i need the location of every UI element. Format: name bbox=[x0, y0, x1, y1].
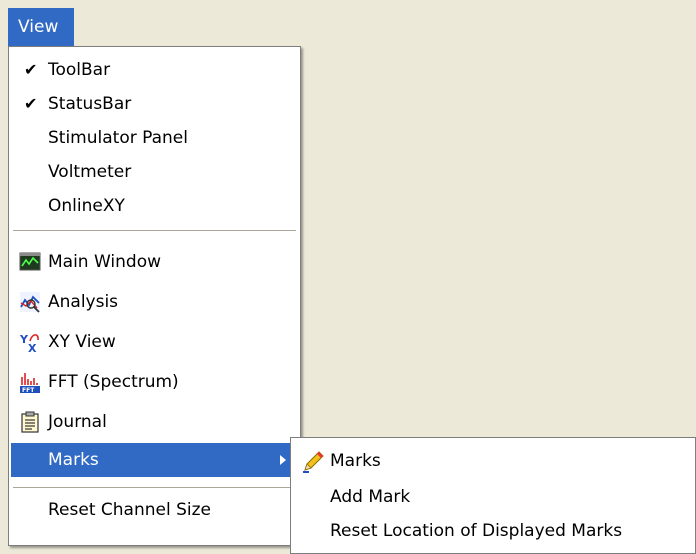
menu-item-label: Stimulator Panel bbox=[48, 128, 188, 148]
menu-item-analysis[interactable]: Analysis bbox=[11, 285, 298, 319]
main-window-icon bbox=[19, 251, 41, 273]
menu-item-marks[interactable]: Marks bbox=[11, 443, 298, 477]
submenu-item-marks[interactable]: Marks bbox=[293, 444, 693, 478]
submenu-item-add-mark[interactable]: Add Mark bbox=[293, 480, 693, 514]
svg-text:FFT: FFT bbox=[22, 387, 35, 393]
menu-item-label: StatusBar bbox=[48, 94, 132, 114]
checkmark-icon: ✔ bbox=[24, 60, 38, 79]
menu-item-statusbar[interactable]: ✔ StatusBar bbox=[11, 87, 298, 121]
menu-item-label: Voltmeter bbox=[48, 162, 132, 182]
menu-item-toolbar[interactable]: ✔ ToolBar bbox=[11, 53, 298, 87]
menu-view[interactable]: View bbox=[8, 8, 74, 46]
menu-item-label: OnlineXY bbox=[48, 196, 125, 216]
xy-view-icon: Y X bbox=[19, 331, 41, 355]
journal-icon bbox=[19, 411, 41, 433]
menu-item-voltmeter[interactable]: Voltmeter bbox=[11, 155, 298, 189]
view-menu: ✔ ToolBar ✔ StatusBar Stimulator Panel V… bbox=[8, 46, 301, 546]
menu-item-label: XY View bbox=[48, 332, 116, 352]
menu-item-label: Marks bbox=[48, 450, 99, 470]
menu-item-label: ToolBar bbox=[48, 60, 111, 80]
menu-item-label: FFT (Spectrum) bbox=[48, 372, 179, 392]
checkmark-icon: ✔ bbox=[24, 94, 38, 113]
fft-icon: FFT bbox=[19, 371, 41, 394]
marks-submenu: Marks Add Mark Reset Location of Display… bbox=[290, 437, 696, 554]
menu-item-fft[interactable]: FFT FFT (Spectrum) bbox=[11, 365, 298, 399]
menu-item-label: Journal bbox=[48, 412, 107, 432]
menu-separator bbox=[13, 230, 296, 232]
submenu-item-reset-location[interactable]: Reset Location of Displayed Marks bbox=[293, 514, 693, 548]
menu-separator bbox=[13, 487, 296, 489]
submenu-arrow-icon bbox=[280, 455, 286, 465]
submenu-item-label: Reset Location of Displayed Marks bbox=[330, 521, 623, 541]
menu-item-journal[interactable]: Journal bbox=[11, 405, 298, 439]
menu-item-stimulator-panel[interactable]: Stimulator Panel bbox=[11, 121, 298, 155]
submenu-item-label: Add Mark bbox=[330, 487, 411, 507]
svg-text:X: X bbox=[28, 342, 37, 353]
submenu-item-label: Marks bbox=[330, 451, 381, 471]
menu-item-xy-view[interactable]: Y X XY View bbox=[11, 325, 298, 359]
menu-item-label: Analysis bbox=[48, 292, 119, 312]
pencil-icon bbox=[301, 450, 325, 474]
menu-item-label: Reset Channel Size bbox=[48, 500, 211, 520]
menu-item-reset-channel-size[interactable]: Reset Channel Size bbox=[11, 493, 298, 527]
menu-item-label: Main Window bbox=[48, 252, 162, 272]
menu-item-onlinexy[interactable]: OnlineXY bbox=[11, 189, 298, 223]
menu-item-main-window[interactable]: Main Window bbox=[11, 245, 298, 279]
analysis-icon bbox=[19, 291, 41, 313]
